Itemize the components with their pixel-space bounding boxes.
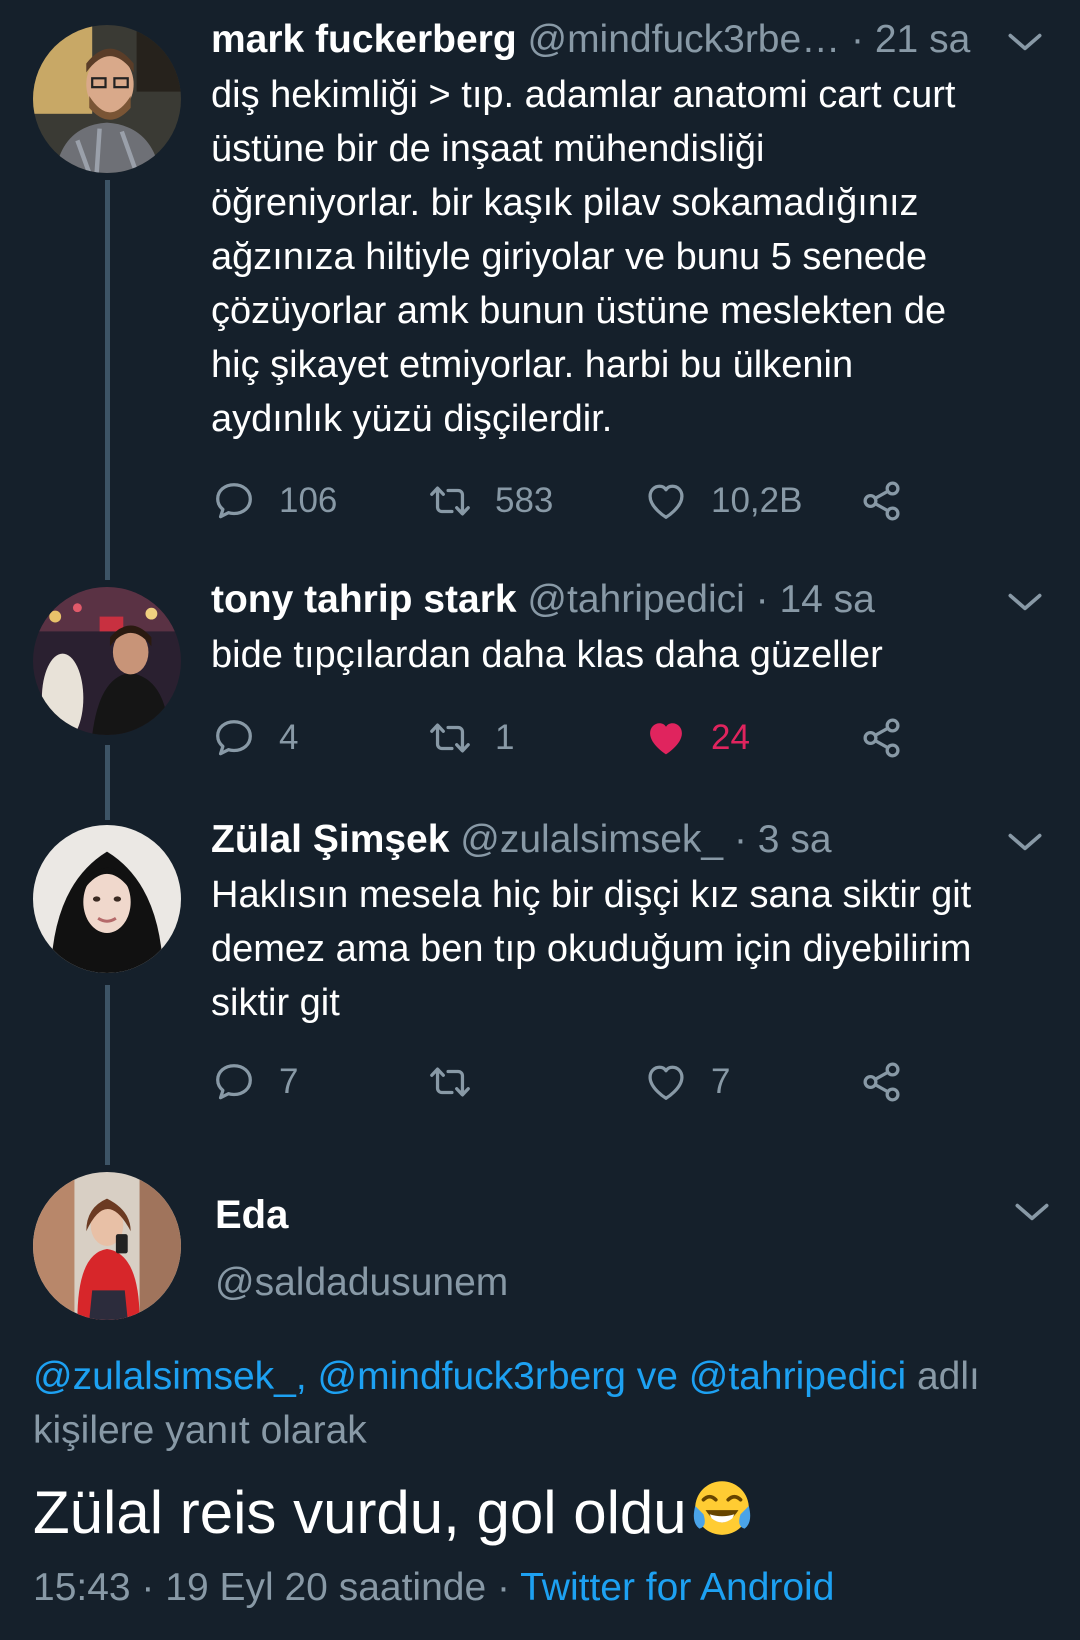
chevron-down-icon[interactable] [1003,820,1047,864]
tweet-text: bide tıpçılardan daha klas daha güzeller [211,628,1041,682]
reply-icon [211,478,257,524]
like-button[interactable]: 24 [643,711,750,765]
mention-link[interactable]: @tahripedici [689,1355,906,1398]
retweet-icon [427,478,473,524]
source-link[interactable]: Twitter for Android [520,1566,834,1609]
share-icon [859,478,905,524]
tweet-time[interactable]: · 3 sa [734,818,832,861]
like-count: 24 [711,718,750,757]
retweet-icon [427,715,473,761]
tweet-text-line: öğreniyorlar. bir kaşık pilav sokamadığı… [211,182,919,224]
retweet-count: 1 [495,718,515,757]
reply-icon [211,1059,257,1105]
like-count: 7 [711,1062,731,1101]
mention-link[interactable]: @mindfuck3rberg [318,1355,626,1398]
tweet[interactable]: tony tahrip stark @tahripedici · 14 sa b… [0,560,1080,800]
author-name[interactable]: tony tahrip stark [211,578,517,621]
tweet-metadata: 15:43 · 19 Eyl 20 saatinde · Twitter for… [33,1563,834,1613]
tweet-header: mark fuckerberg @mindfuck3rbe… · 21 sa [211,16,1050,64]
chevron-down-icon[interactable] [1003,20,1047,64]
reply-separator: , [295,1355,318,1398]
tweet-text: diş hekimliği > tıp. adamlar anatomi car… [211,68,1041,446]
like-button[interactable]: 7 [643,1055,730,1109]
tweet-text-line: aydınlık yüzü dişçilerdir. [211,398,613,440]
avatar[interactable] [33,587,181,735]
tweet-time[interactable]: · 14 sa [756,578,875,621]
retweet-button[interactable]: 1 [427,711,514,765]
tweet-header: Zülal Şimşek @zulalsimsek_ · 3 sa [211,816,1050,864]
timestamp[interactable]: 15:43 · 19 Eyl 20 saatinde · [33,1566,520,1609]
like-count: 10,2B [711,481,803,520]
tweet-text-line: hiç şikayet etmiyorlar. harbi bu ülkenin [211,344,854,386]
chevron-down-icon[interactable] [1003,580,1047,624]
heart-icon [643,478,689,524]
share-button[interactable] [859,474,905,528]
share-button[interactable] [859,1055,905,1109]
tweet-text-line: ağzınıza hiltiyle giriyolar ve bunu 5 se… [211,236,928,278]
share-icon [859,715,905,761]
avatar[interactable] [33,825,181,973]
tweet-actions: 4 1 24 [211,711,911,765]
tears-of-joy-emoji-icon [693,1481,750,1535]
avatar[interactable] [33,25,181,173]
tweet-time[interactable]: · 21 sa [851,18,970,61]
author-handle[interactable]: @zulalsimsek_ [460,818,723,861]
retweet-count: 583 [495,481,554,520]
tweet-text-line: çözüyorlar amk bunun üstüne meslekten de [211,290,947,332]
avatar[interactable] [33,1172,181,1320]
tweet-text-line: bide tıpçılardan daha klas daha güzeller [211,634,883,676]
tweet-actions: 106 583 10,2B [211,474,911,528]
author-name[interactable]: Zülal Şimşek [211,818,449,861]
main-tweet-text: Zülal reis vurdu, gol oldu [33,1475,755,1551]
author-handle[interactable]: @mindfuck3rbe… [527,18,840,61]
like-button[interactable]: 10,2B [643,474,802,528]
reply-button[interactable]: 7 [211,1055,298,1109]
reply-icon [211,715,257,761]
tweet-text-line: siktir git [211,982,340,1024]
share-icon [859,1059,905,1105]
main-author-name[interactable]: Eda [215,1190,288,1240]
heart-filled-icon [643,715,689,761]
reply-button[interactable]: 4 [211,711,298,765]
author-name[interactable]: mark fuckerberg [211,18,517,61]
chevron-down-icon[interactable] [1010,1190,1054,1234]
tweet-actions: 7 7 [211,1055,911,1109]
heart-icon [643,1059,689,1105]
reply-context: @zulalsimsek_, @mindfuck3rberg ve @tahri… [33,1350,1043,1458]
tweet[interactable]: mark fuckerberg @mindfuck3rbe… · 21 sa d… [0,0,1080,560]
main-tweet-text-content: Zülal reis vurdu, gol oldu [33,1479,687,1546]
reply-count: 4 [279,718,299,757]
tweet-text-line: diş hekimliği > tıp. adamlar anatomi car… [211,74,956,116]
mention-link[interactable]: @zulalsimsek_ [33,1355,296,1398]
tweet-text-line: üstüne bir de inşaat mühendisliği [211,128,765,170]
tweet[interactable]: Zülal Şimşek @zulalsimsek_ · 3 sa Haklıs… [0,800,1080,1140]
reply-count: 106 [279,481,338,520]
tweet-text-line: Haklısın mesela hiç bir dişçi kız sana s… [211,874,972,916]
retweet-button[interactable]: 583 [427,474,553,528]
reply-button[interactable]: 106 [211,474,337,528]
tweet-text: Haklısın mesela hiç bir dişçi kız sana s… [211,868,1041,1030]
retweet-button[interactable] [427,1055,495,1109]
share-button[interactable] [859,711,905,765]
reply-count: 7 [279,1062,299,1101]
author-handle[interactable]: @tahripedici [527,578,744,621]
retweet-icon [427,1059,473,1105]
tweet-header: tony tahrip stark @tahripedici · 14 sa [211,576,1050,624]
tweet-text-line: demez ama ben tıp okuduğum için diyebili… [211,928,972,970]
main-author-handle[interactable]: @saldadusunem [215,1258,508,1308]
reply-separator: ve [625,1355,689,1398]
